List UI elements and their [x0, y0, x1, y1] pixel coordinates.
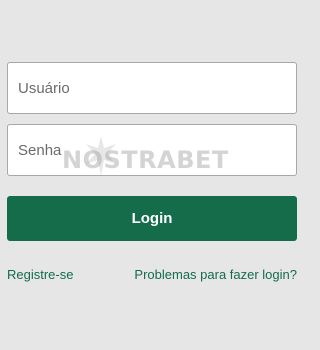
username-input[interactable]	[7, 62, 297, 114]
register-link[interactable]: Registre-se	[7, 267, 73, 282]
login-problems-link[interactable]: Problemas para fazer login?	[134, 267, 297, 282]
login-page: NOSTRABET Login Registre-se Problemas pa…	[0, 0, 303, 350]
login-button[interactable]: Login	[7, 196, 297, 241]
password-input[interactable]	[7, 124, 297, 176]
